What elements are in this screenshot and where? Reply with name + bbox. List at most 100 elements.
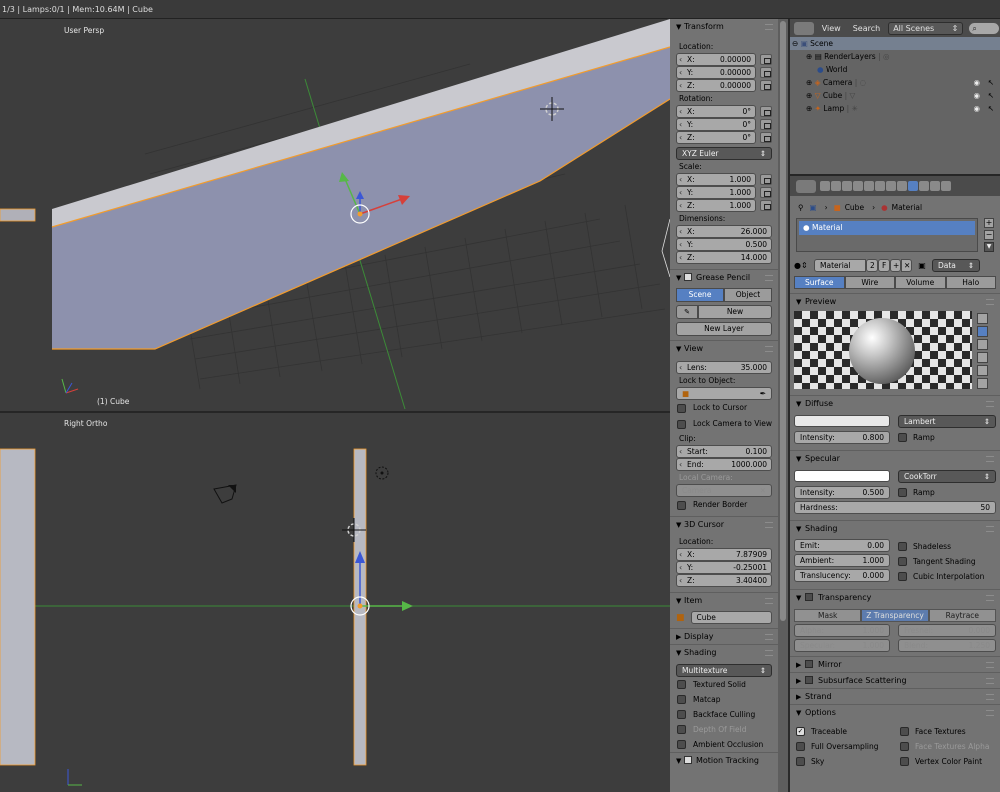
lock-icon[interactable]	[760, 187, 772, 198]
render-border-checkbox[interactable]: Render Border	[670, 497, 778, 513]
render-tab-icon[interactable]	[820, 181, 830, 191]
drag-grip-icon[interactable]	[986, 678, 994, 684]
expand-icon[interactable]: ⊕	[806, 52, 812, 61]
options-panel-header[interactable]: ▼ Options	[790, 704, 1000, 720]
item-name-field[interactable]: Cube	[690, 611, 772, 624]
traceable-checkbox[interactable]: ✓ Traceable	[796, 724, 892, 738]
flat-preview-icon[interactable]	[977, 313, 988, 324]
drag-grip-icon[interactable]	[765, 275, 773, 281]
rotation-z-field[interactable]: Z: 0°	[676, 131, 756, 144]
outliner-item-lamp[interactable]: ⊕ ✦ Lamp | ✳ ◉ ↖	[790, 102, 1000, 115]
emit-field[interactable]: Emit: 0.00	[794, 539, 890, 552]
pencil-icon[interactable]: ✎	[676, 305, 698, 319]
world-tab-icon[interactable]	[853, 181, 863, 191]
lock-icon[interactable]	[760, 54, 772, 65]
scale-y-field[interactable]: Y: 1.000	[676, 186, 756, 199]
textured-solid-checkbox[interactable]: Textured Solid	[670, 677, 778, 692]
fake-user-button[interactable]: F	[878, 258, 890, 272]
drag-grip-icon[interactable]	[765, 634, 773, 640]
dimension-z-field[interactable]: Z: 14.000	[676, 251, 772, 264]
drag-grip-icon[interactable]	[765, 598, 773, 604]
clip-end-field[interactable]: End: 1000.000	[676, 458, 772, 471]
cursor-x-field[interactable]: X: 7.87909	[676, 548, 772, 561]
shelf-scrollbar[interactable]	[778, 19, 788, 792]
drag-grip-icon[interactable]	[986, 710, 994, 716]
viewport-right-ortho[interactable]: Right Ortho	[0, 413, 670, 792]
rotation-mode-dropdown[interactable]: XYZ Euler ⇕	[676, 147, 772, 160]
lock-icon[interactable]	[760, 80, 772, 91]
material-type-tabs[interactable]: Surface Wire Volume Halo	[794, 276, 996, 289]
strand-panel-header[interactable]: ▶ Strand	[790, 688, 1000, 704]
tab-raytrace[interactable]: Raytrace	[928, 609, 996, 622]
cursor-select-icon[interactable]: ↖	[988, 102, 994, 115]
transform-panel-header[interactable]: ▼ Transform	[670, 19, 778, 35]
editor-type-icon[interactable]	[794, 21, 814, 35]
drag-grip-icon[interactable]	[986, 456, 994, 462]
physics-tab-icon[interactable]	[941, 181, 951, 191]
pin-icon[interactable]: ⚲	[798, 203, 804, 212]
preview-type-buttons[interactable]	[977, 313, 988, 389]
new-material-icon[interactable]: +	[890, 258, 901, 272]
hardness-field[interactable]: Hardness: 50	[794, 501, 996, 514]
cursor-select-icon[interactable]: ↖	[988, 89, 994, 102]
outliner-item-renderlayers[interactable]: ⊕ ▤ RenderLayers | ◎	[790, 50, 1000, 63]
texture-tab-icon[interactable]	[919, 181, 929, 191]
search-menu[interactable]: Search	[853, 24, 880, 33]
dimension-x-field[interactable]: X: 26.000	[676, 225, 772, 238]
checkbox-icon[interactable]	[805, 593, 813, 601]
drag-grip-icon[interactable]	[986, 401, 994, 407]
offscreen-object[interactable]	[0, 208, 36, 222]
lock-to-cursor-checkbox[interactable]: Lock to Cursor	[670, 400, 778, 416]
shadeless-checkbox[interactable]: Shadeless	[898, 539, 996, 553]
specular-panel-header[interactable]: ▼ Specular	[790, 450, 1000, 466]
translucency-field[interactable]: Translucency: 0.000	[794, 569, 890, 582]
outliner-item-camera[interactable]: ⊕ ◈ Camera | ◌ ◉ ↖	[790, 76, 1000, 89]
users-count[interactable]: 2	[866, 258, 878, 272]
particles-tab-icon[interactable]	[930, 181, 940, 191]
expand-icon[interactable]: ⊕	[806, 78, 812, 87]
material-browse-icon[interactable]: ●⇕	[794, 261, 814, 270]
ambient-occlusion-checkbox[interactable]: Ambient Occlusion	[670, 737, 778, 752]
constraints-tab-icon[interactable]	[875, 181, 885, 191]
transparency-method-tabs[interactable]: Mask Z Transparency Raytrace	[794, 609, 996, 622]
camera-icon[interactable]	[213, 484, 237, 504]
modifiers-tab-icon[interactable]	[886, 181, 896, 191]
transform-manipulator-ortho[interactable]	[350, 551, 413, 616]
clip-start-field[interactable]: Start: 0.100	[676, 445, 772, 458]
view-menu[interactable]: View	[822, 24, 841, 33]
tab-volume[interactable]: Volume	[895, 276, 946, 289]
checkbox-icon[interactable]	[805, 676, 813, 684]
preview-panel-header[interactable]: ▼ Preview	[790, 293, 1000, 309]
lens-field[interactable]: Lens: 35.000	[676, 361, 772, 374]
new-gpencil-button[interactable]: New	[698, 305, 772, 319]
editor-type-icon[interactable]	[796, 179, 816, 193]
tab-surface[interactable]: Surface	[794, 276, 845, 289]
cubic-interpolation-checkbox[interactable]: Cubic Interpolation	[898, 569, 996, 583]
lock-icon[interactable]	[760, 106, 772, 117]
scale-z-field[interactable]: Z: 1.000	[676, 199, 756, 212]
outliner-item-world[interactable]: ● World	[790, 63, 1000, 76]
drag-grip-icon[interactable]	[765, 650, 773, 656]
cube-side-left[interactable]	[0, 448, 36, 766]
diffuse-panel-header[interactable]: ▼ Diffuse	[790, 395, 1000, 411]
scale-x-field[interactable]: X: 1.000	[676, 173, 756, 186]
specular-ramp-checkbox[interactable]: Ramp	[898, 485, 935, 499]
cursor-select-icon[interactable]: ↖	[988, 76, 994, 89]
renderlayers-tab-icon[interactable]	[831, 181, 841, 191]
display-panel-header[interactable]: ▶ Display	[670, 628, 778, 644]
lock-icon[interactable]	[760, 119, 772, 130]
diffuse-ramp-checkbox[interactable]: Ramp	[898, 430, 935, 444]
sky-checkbox[interactable]: Sky	[796, 754, 892, 768]
diffuse-shader-dropdown[interactable]: Lambert ⇕	[898, 415, 996, 428]
cursor-panel-header[interactable]: ▼ 3D Cursor	[670, 516, 778, 532]
search-icon[interactable]: ⌕	[968, 21, 1000, 35]
location-z-field[interactable]: Z: 0.00000	[676, 79, 756, 92]
grease-pencil-panel-header[interactable]: ▼ Grease Pencil	[670, 269, 778, 285]
object-tab-icon[interactable]	[864, 181, 874, 191]
dimension-y-field[interactable]: Y: 0.500	[676, 238, 772, 251]
expand-icon[interactable]: ⊕	[806, 91, 812, 100]
sss-panel-header[interactable]: ▶ Subsurface Scattering	[790, 672, 1000, 688]
tab-object[interactable]: Object	[724, 288, 772, 302]
link-dropdown[interactable]: Data ⇕	[932, 258, 980, 272]
expand-icon[interactable]: ⊕	[806, 104, 812, 113]
